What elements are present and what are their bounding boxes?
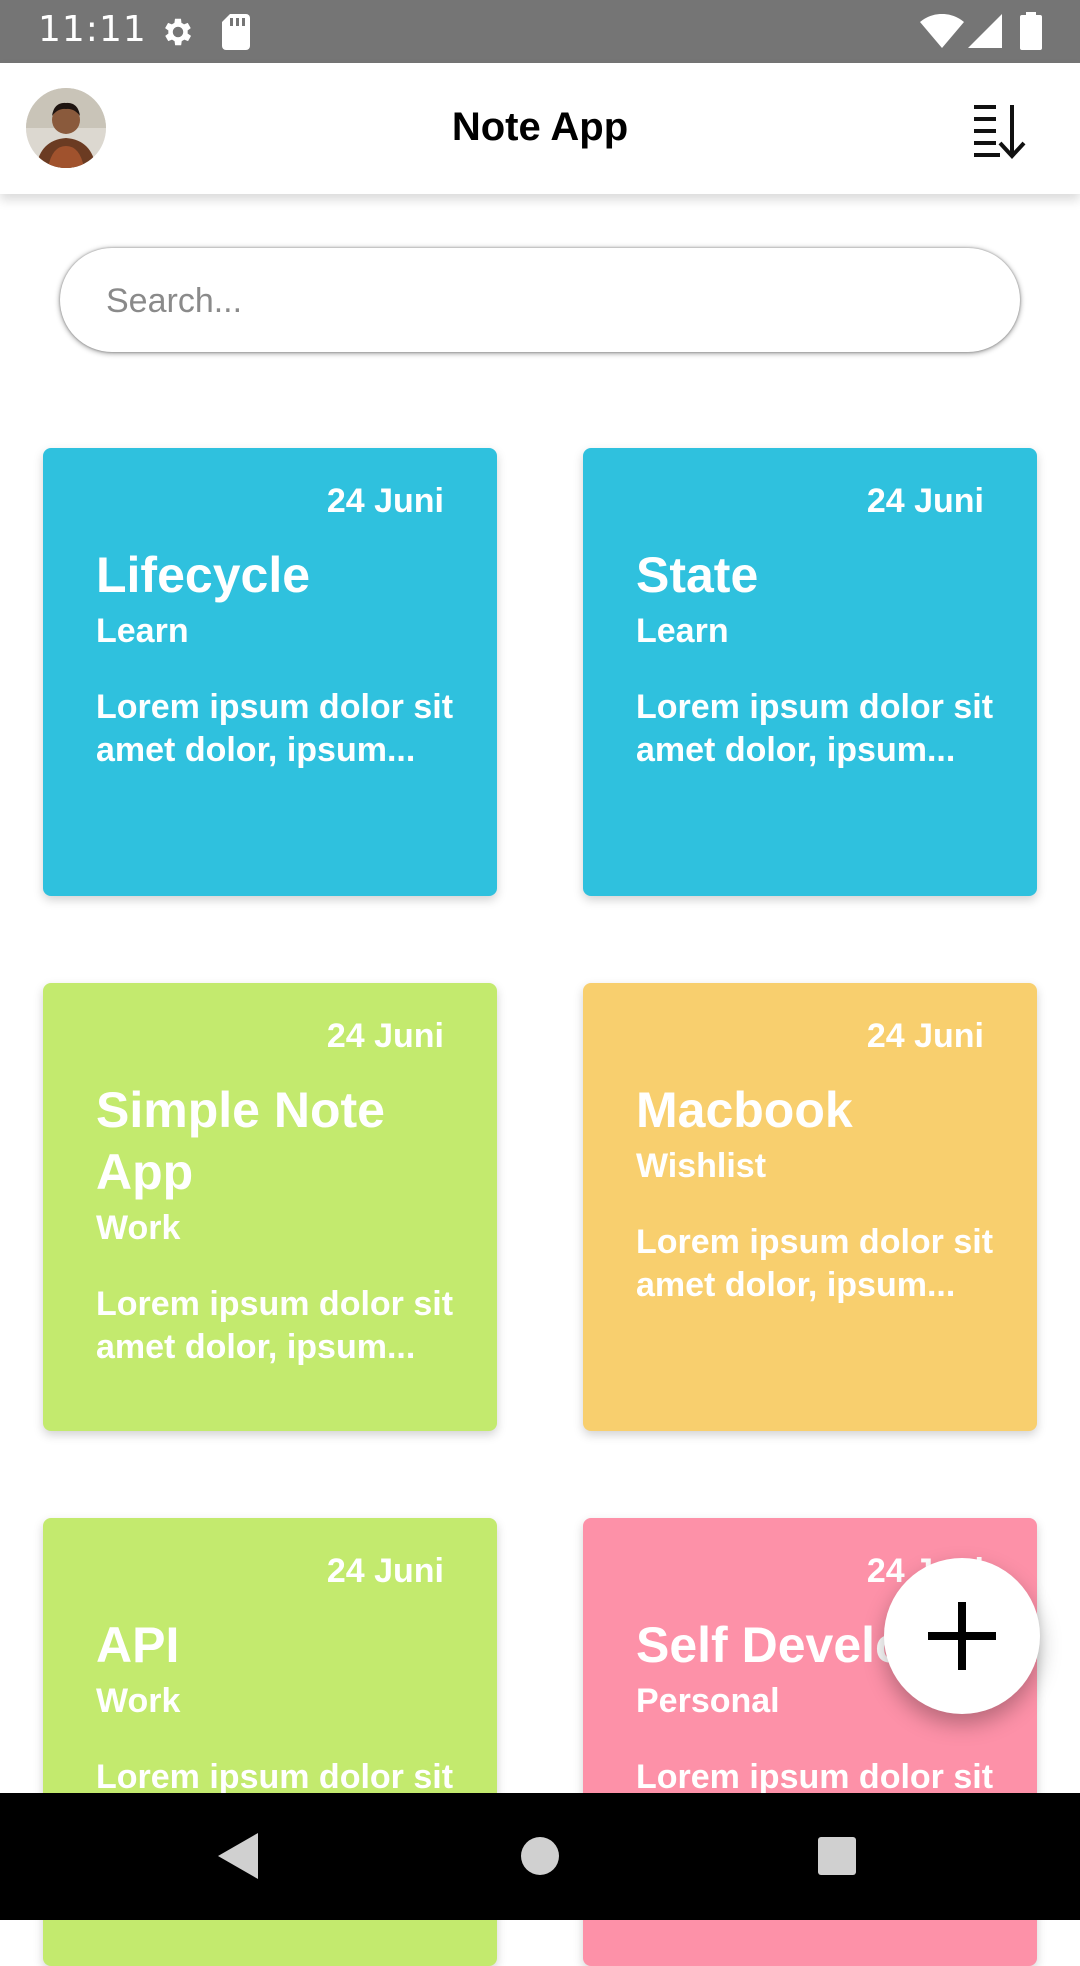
note-title: Macbook	[636, 1082, 853, 1138]
note-date: 24 Juni	[866, 1017, 984, 1055]
note-snippet: Lorem ipsum dolor sit amet dolor, ipsum.…	[96, 1285, 454, 1366]
status-time: 11:11	[38, 9, 147, 50]
note-card[interactable]: 24 Juni State Learn Lorem ipsum dolor si…	[583, 448, 1037, 896]
note-date: 24 Juni	[326, 1552, 444, 1590]
note-date: 24 Juni	[326, 482, 444, 520]
plus-icon	[928, 1602, 996, 1670]
back-icon[interactable]	[218, 1833, 258, 1879]
note-snippet: Lorem ipsum dolor sit amet dolor, ipsum.…	[636, 1223, 994, 1304]
note-category: Learn	[636, 612, 729, 650]
page-title: Note App	[451, 105, 629, 149]
wifi-icon	[920, 14, 964, 48]
status-bar: 11:11	[0, 0, 1080, 63]
note-card[interactable]: 24 Juni Macbook Wishlist Lorem ipsum dol…	[583, 983, 1037, 1431]
sd-card-icon	[222, 14, 250, 50]
note-category: Work	[96, 1209, 181, 1247]
note-snippet: Lorem ipsum dolor sit amet dolor, ipsum.…	[636, 688, 994, 769]
note-title: State	[636, 547, 759, 603]
search-box	[60, 248, 1020, 354]
note-category: Learn	[96, 612, 189, 650]
note-date: 24 Juni	[866, 482, 984, 520]
add-note-button[interactable]	[884, 1558, 1040, 1714]
signal-icon	[968, 14, 1002, 48]
note-title: Simple Note App	[96, 1082, 385, 1200]
note-title: API	[96, 1617, 180, 1673]
home-icon[interactable]	[521, 1837, 559, 1875]
note-category: Work	[96, 1682, 181, 1720]
sort-descending-icon	[974, 105, 1026, 159]
note-category: Wishlist	[636, 1147, 767, 1185]
note-date: 24 Juni	[326, 1017, 444, 1055]
gear-icon	[165, 18, 192, 46]
app-bar: Note App	[0, 63, 1080, 194]
note-card[interactable]: 24 Juni Lifecycle Learn Lorem ipsum dolo…	[43, 448, 497, 896]
recents-icon[interactable]	[818, 1837, 856, 1875]
note-snippet: Lorem ipsum dolor sit amet dolor, ipsum.…	[96, 688, 454, 769]
note-card[interactable]: 24 Juni Simple Note App Work Lorem ipsum…	[43, 983, 497, 1431]
note-title: Lifecycle	[96, 547, 311, 603]
system-nav-bar	[0, 1793, 1080, 1920]
sort-button[interactable]	[966, 99, 1030, 159]
search-input[interactable]	[104, 248, 988, 354]
battery-icon	[1020, 12, 1042, 50]
